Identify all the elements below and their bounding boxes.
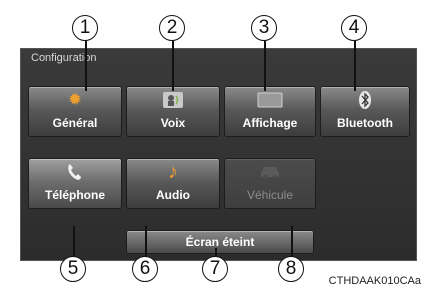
general-label: Général bbox=[52, 116, 98, 130]
display-icon bbox=[225, 90, 315, 115]
voice-label: Voix bbox=[160, 116, 186, 130]
callout-6: 6 bbox=[132, 256, 158, 282]
configuration-screen: Configuration ✹ Général Voix Affichage B… bbox=[20, 48, 417, 261]
music-note-icon: ♪ bbox=[168, 161, 178, 183]
audio-label: Audio bbox=[156, 188, 190, 202]
vehicle-label: Véhicule bbox=[246, 188, 294, 202]
callout-4: 4 bbox=[341, 15, 367, 41]
phone-button[interactable]: Téléphone bbox=[29, 159, 121, 208]
phone-icon bbox=[29, 162, 121, 187]
callout-8: 8 bbox=[278, 256, 304, 282]
gear-icon: ✹ bbox=[67, 90, 83, 109]
vehicle-button[interactable]: Véhicule bbox=[225, 159, 315, 208]
bluetooth-icon bbox=[321, 90, 409, 115]
leader-line-7 bbox=[215, 248, 217, 256]
leader-line-8 bbox=[291, 226, 293, 256]
display-button[interactable]: Affichage bbox=[225, 87, 315, 136]
audio-button[interactable]: ♪ Audio bbox=[127, 159, 219, 208]
screen-title: Configuration bbox=[31, 52, 97, 64]
screen-off-button[interactable]: Écran éteint bbox=[127, 231, 313, 253]
voice-icon bbox=[127, 90, 219, 115]
leader-line-5 bbox=[73, 226, 75, 256]
bluetooth-button[interactable]: Bluetooth bbox=[321, 87, 409, 136]
phone-label: Téléphone bbox=[44, 188, 105, 202]
figure-code: CTHDAAK010CAa bbox=[328, 275, 421, 287]
voice-button[interactable]: Voix bbox=[127, 87, 219, 136]
bluetooth-label: Bluetooth bbox=[337, 116, 393, 130]
screen-off-label: Écran éteint bbox=[185, 235, 255, 249]
general-button[interactable]: ✹ Général bbox=[29, 87, 121, 136]
callout-5: 5 bbox=[60, 256, 86, 282]
leader-line-3 bbox=[264, 41, 266, 91]
car-icon bbox=[225, 162, 315, 185]
leader-line-2 bbox=[172, 41, 174, 91]
display-label: Affichage bbox=[242, 116, 298, 130]
callout-2: 2 bbox=[159, 15, 185, 41]
callout-7: 7 bbox=[202, 256, 228, 282]
callout-3: 3 bbox=[251, 15, 277, 41]
callout-1: 1 bbox=[72, 15, 98, 41]
leader-line-6 bbox=[145, 226, 147, 256]
leader-line-1 bbox=[85, 41, 87, 91]
leader-line-4 bbox=[354, 41, 356, 91]
